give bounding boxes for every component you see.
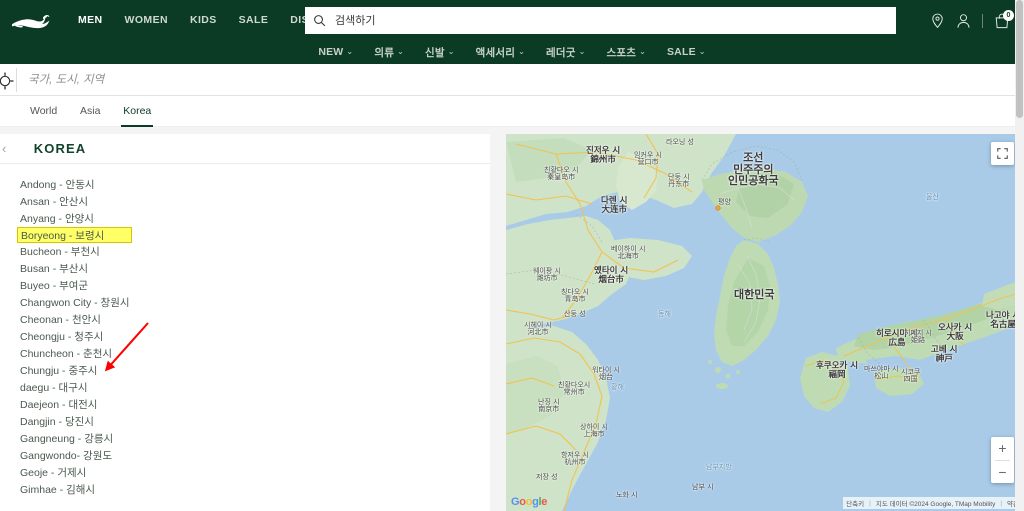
- list-item[interactable]: Daejeon - 대전시: [0, 396, 490, 413]
- scope-tabs: World Asia Korea: [0, 96, 1024, 127]
- location-bar-divider: [16, 68, 17, 92]
- list-item[interactable]: Dangjin - 당진시: [0, 413, 490, 430]
- account-person-icon[interactable]: [956, 13, 971, 29]
- subnav-item-clothing[interactable]: 의류 ⌄: [374, 45, 404, 60]
- search-input[interactable]: [333, 13, 888, 28]
- subnav-item-sale[interactable]: SALE ⌄: [667, 46, 706, 58]
- fullscreen-icon[interactable]: [991, 142, 1014, 165]
- subnav-label-sale: SALE: [666, 46, 696, 58]
- nav-item-men[interactable]: MEN: [78, 14, 103, 26]
- list-item[interactable]: Andong - 안동시: [0, 176, 490, 193]
- list-item[interactable]: Bucheon - 부천시: [0, 243, 490, 260]
- chevron-down-icon: ⌄: [639, 46, 646, 56]
- content-area: ‹ KOREA Andong - 안동시 Ansan - 안산시 Anyang - …: [0, 127, 1024, 511]
- subnav-item-accessories[interactable]: 액세서리 ⌄: [476, 45, 525, 60]
- chevron-down-icon: ⌄: [346, 46, 354, 56]
- list-item[interactable]: Chuncheon - 춘천시: [0, 345, 490, 362]
- site-search-box[interactable]: [305, 7, 896, 34]
- zoom-out-button[interactable]: −: [991, 461, 1014, 484]
- chevron-down-icon: ⌄: [518, 46, 525, 56]
- page-scrollbar-thumb[interactable]: [1016, 0, 1023, 118]
- cart-bag-icon[interactable]: 0: [994, 10, 1014, 29]
- chevron-down-icon: ⌄: [578, 46, 586, 56]
- list-item[interactable]: Gangwondo- 강원도: [0, 447, 490, 464]
- chevron-down-icon: ⌄: [447, 46, 455, 56]
- list-item[interactable]: Ansan - 안산시: [0, 193, 490, 210]
- location-search-bar: [0, 64, 1024, 96]
- subnav-label-new: NEW: [318, 46, 344, 58]
- attrib-separator: |: [1000, 499, 1003, 507]
- list-item[interactable]: Changwon City - 창원시: [0, 294, 490, 311]
- header-secondary-row: NEW ⌄ 의류 ⌄ 신발 ⌄ 액세서리 ⌄ 레더굿 ⌄ 스포츠 ⌄ SALE …: [0, 40, 1024, 64]
- attrib-separator: |: [869, 499, 871, 507]
- nav-item-women[interactable]: WOMEN: [125, 14, 168, 26]
- subnav-item-leathergoods[interactable]: 레더굿 ⌄: [546, 45, 586, 60]
- map-attribution: 단축키 | 지도 데이터 ©2024 Google, TMap Mobility…: [843, 497, 1022, 509]
- cart-count-badge: 0: [1003, 10, 1014, 21]
- google-logo[interactable]: Google: [511, 496, 547, 508]
- zoom-in-button[interactable]: +: [991, 437, 1014, 460]
- list-item[interactable]: Gangneung - 강릉시: [0, 430, 490, 447]
- tab-asia[interactable]: Asia: [67, 96, 113, 127]
- list-item[interactable]: Buyeo - 부여군: [0, 277, 490, 294]
- search-icon: [313, 14, 326, 27]
- map-zoom-controls: + −: [991, 437, 1014, 483]
- panel-header: ‹ KOREA: [0, 134, 490, 164]
- list-item[interactable]: Cheongju - 청주시: [0, 328, 490, 345]
- list-item[interactable]: Anyang - 안양시: [0, 210, 490, 227]
- store-locator-pin-icon[interactable]: [930, 13, 945, 29]
- header-utility-icons: 0: [930, 10, 1014, 32]
- map-shortcuts-link[interactable]: 단축키: [846, 498, 864, 508]
- map-data-credit: 지도 데이터 ©2024 Google, TMap Mobility: [875, 501, 996, 508]
- list-item[interactable]: daegu - 대구시: [0, 379, 490, 396]
- list-item[interactable]: Chungju - 중주시: [0, 362, 490, 379]
- lacoste-crocodile-logo[interactable]: [12, 10, 58, 30]
- chevron-down-icon: ⌄: [698, 46, 706, 56]
- page-scrollbar[interactable]: [1015, 0, 1024, 511]
- locate-me-crosshair-icon[interactable]: [0, 70, 16, 92]
- map-tiles: [506, 134, 1024, 511]
- map-viewport[interactable]: 조선 민주주의 인민공화국 대한민국 진저우 시 錦州市 임커우 시 营口市 단둥 시 丹东市 다렌…: [506, 134, 1024, 511]
- site-header: MEN WOMEN KIDS SALE DISCOVER: [0, 0, 1024, 64]
- tab-korea[interactable]: Korea: [113, 96, 161, 127]
- country-city-panel: ‹ KOREA Andong - 안동시 Ansan - 안산시 Anyang - …: [0, 134, 490, 511]
- chevron-down-icon: ⌄: [397, 46, 404, 56]
- city-list[interactable]: Andong - 안동시 Ansan - 안산시 Anyang - 안양시 Borye…: [0, 164, 490, 509]
- location-search-input[interactable]: [26, 64, 986, 96]
- subnav-item-sports[interactable]: 스포츠 ⌄: [606, 45, 646, 60]
- subnav-item-new[interactable]: NEW ⌄: [318, 46, 353, 58]
- list-item[interactable]: Boryeong - 보령시: [17, 227, 132, 243]
- header-icon-divider: [982, 14, 983, 28]
- subnav-label-clothing: 의류: [374, 46, 395, 59]
- list-item[interactable]: Busan - 부산시: [0, 260, 490, 277]
- subnav-item-shoes[interactable]: 신발 ⌄: [425, 45, 455, 60]
- header-primary-row: MEN WOMEN KIDS SALE DISCOVER: [0, 0, 1024, 40]
- list-item[interactable]: Cheonan - 천안시: [0, 311, 490, 328]
- list-item[interactable]: Geoje - 거제시: [0, 464, 490, 481]
- back-chevron-icon[interactable]: ‹: [2, 142, 6, 155]
- tab-world[interactable]: World: [20, 96, 67, 127]
- page-title: KOREA: [33, 141, 87, 156]
- subnav-label-sports: 스포츠: [606, 46, 637, 59]
- subnav-label-leathergoods: 레더굿: [545, 46, 576, 59]
- nav-item-kids[interactable]: KIDS: [190, 14, 217, 26]
- nav-item-sale[interactable]: SALE: [239, 14, 269, 26]
- list-item[interactable]: Gimhae - 김해시: [0, 481, 490, 498]
- subnav-label-shoes: 신발: [424, 46, 445, 59]
- subnav-label-accessories: 액세서리: [475, 46, 516, 59]
